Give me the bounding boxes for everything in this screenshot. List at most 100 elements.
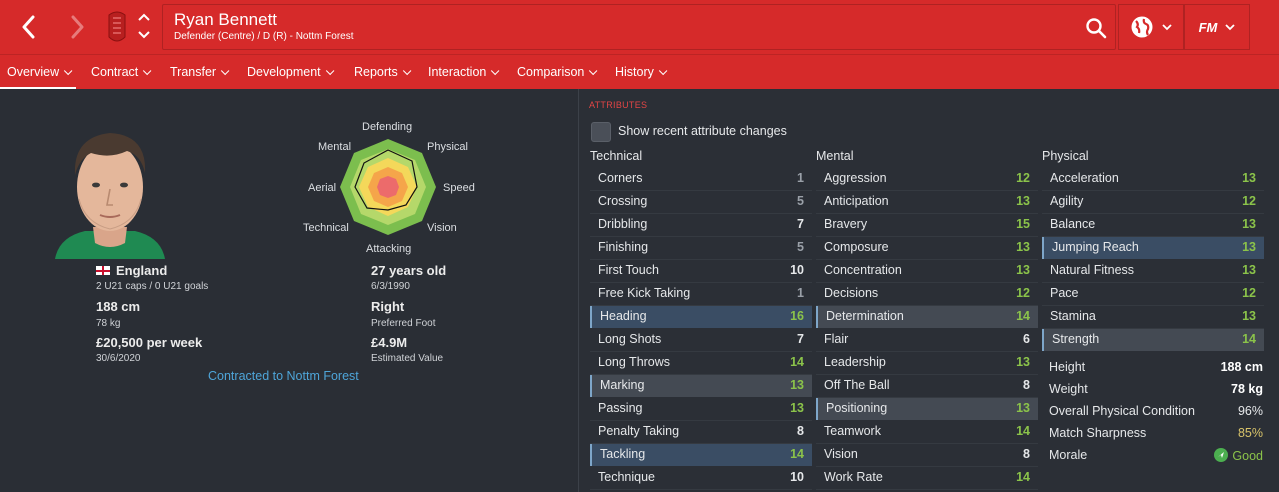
attribute-row-pace[interactable]: Pace 12 xyxy=(1042,283,1264,305)
attribute-row-long-shots[interactable]: Long Shots 7 xyxy=(590,329,812,351)
attribute-row-strength[interactable]: Strength 14 xyxy=(1042,329,1264,351)
attribute-row-tackling[interactable]: Tackling 14 xyxy=(590,444,812,466)
club-crest-icon[interactable] xyxy=(104,9,130,45)
chevron-down-icon xyxy=(143,66,152,76)
attribute-row-balance[interactable]: Balance 13 xyxy=(1042,214,1264,236)
attribute-row-jumping-reach[interactable]: Jumping Reach 13 xyxy=(1042,237,1264,259)
attribute-row-flair[interactable]: Flair 6 xyxy=(816,329,1038,351)
attribute-value: 12 xyxy=(1016,286,1030,300)
attribute-row-aggression[interactable]: Aggression 12 xyxy=(816,168,1038,190)
attribute-value: 12 xyxy=(1242,194,1256,208)
attribute-row-stamina[interactable]: Stamina 13 xyxy=(1042,306,1264,328)
attribute-row-corners[interactable]: Corners 1 xyxy=(590,168,812,190)
attribute-name: Dribbling xyxy=(598,217,648,231)
fm-menu-button[interactable]: FM xyxy=(1184,4,1250,50)
attribute-name: Marking xyxy=(600,378,645,392)
attribute-row-bravery[interactable]: Bravery 15 xyxy=(816,214,1038,236)
attribute-row-composure[interactable]: Composure 13 xyxy=(816,237,1038,259)
attribute-row-vision[interactable]: Vision 8 xyxy=(816,444,1038,466)
chevron-down-icon xyxy=(491,66,500,76)
attribute-value: 13 xyxy=(1016,401,1030,415)
tab-history[interactable]: History xyxy=(615,55,668,90)
attribute-value: 13 xyxy=(790,378,804,392)
contract-status-link[interactable]: Contracted to Nottm Forest xyxy=(208,369,359,383)
show-changes-checkbox[interactable] xyxy=(591,122,611,142)
international-caps: 2 U21 caps / 0 U21 goals xyxy=(96,281,209,292)
radar-label-physical: Physical xyxy=(427,141,468,153)
attribute-row-agility[interactable]: Agility 12 xyxy=(1042,191,1264,213)
attribute-value: 13 xyxy=(1016,263,1030,277)
attribute-value: 13 xyxy=(1242,240,1256,254)
forward-button[interactable] xyxy=(60,9,94,45)
player-name: Ryan Bennett xyxy=(174,10,278,29)
attribute-row-marking[interactable]: Marking 13 xyxy=(590,375,812,397)
tab-comparison[interactable]: Comparison xyxy=(517,55,598,90)
physical-info-label: Height xyxy=(1049,360,1086,374)
search-button[interactable] xyxy=(1085,17,1107,39)
back-button[interactable] xyxy=(12,9,46,45)
player-cycle-arrows[interactable] xyxy=(136,10,152,42)
attribute-value: 14 xyxy=(790,355,804,369)
attribute-row-passing[interactable]: Passing 13 xyxy=(590,398,812,420)
tab-overview[interactable]: Overview xyxy=(0,55,77,90)
attribute-row-work-rate[interactable]: Work Rate 14 xyxy=(816,467,1038,489)
attribute-row-finishing[interactable]: Finishing 5 xyxy=(590,237,812,259)
attribute-row-penalty-taking[interactable]: Penalty Taking 8 xyxy=(590,421,812,443)
physical-info-value: 78 kg xyxy=(1231,382,1263,396)
attribute-name: Long Shots xyxy=(598,332,662,346)
attribute-value: 13 xyxy=(1242,171,1256,185)
mental-header: Mental xyxy=(816,149,854,163)
tab-interaction[interactable]: Interaction xyxy=(428,55,500,90)
physical-info-weight: Weight 78 kg xyxy=(1049,379,1263,401)
physical-info-value: 85% xyxy=(1237,426,1263,440)
attribute-row-leadership[interactable]: Leadership 13 xyxy=(816,352,1038,374)
attribute-value: 1 xyxy=(797,286,804,300)
attribute-name: Flair xyxy=(824,332,849,346)
search-icon xyxy=(1086,18,1107,39)
attribute-row-heading[interactable]: Heading 16 xyxy=(590,306,812,328)
attribute-value: 13 xyxy=(1242,263,1256,277)
attribute-row-off-the-ball[interactable]: Off The Ball 8 xyxy=(816,375,1038,397)
estimated-value-label: Estimated Value xyxy=(371,353,444,364)
attribute-value: 8 xyxy=(1023,447,1030,461)
weight-value: 78 kg xyxy=(96,318,121,329)
top-bar: Ryan Bennett Defender (Centre) / D (R) -… xyxy=(0,0,1279,54)
tab-development[interactable]: Development xyxy=(247,55,335,90)
attribute-row-first-touch[interactable]: First Touch 10 xyxy=(590,260,812,282)
attribute-row-long-throws[interactable]: Long Throws 14 xyxy=(590,352,812,374)
attribute-row-acceleration[interactable]: Acceleration 13 xyxy=(1042,168,1264,190)
attribute-row-decisions[interactable]: Decisions 12 xyxy=(816,283,1038,305)
attribute-name: Determination xyxy=(826,309,904,323)
attribute-name: Corners xyxy=(598,171,643,185)
attribute-row-anticipation[interactable]: Anticipation 13 xyxy=(816,191,1038,213)
nationality: England xyxy=(96,263,167,278)
attribute-name: Acceleration xyxy=(1050,171,1119,185)
attribute-row-technique[interactable]: Technique 10 xyxy=(590,467,812,489)
attribute-radar-chart xyxy=(340,139,436,235)
tab-label: Overview xyxy=(7,65,60,79)
tab-contract[interactable]: Contract xyxy=(91,55,152,90)
attribute-name: Bravery xyxy=(824,217,868,231)
sub-navigation: Overview Contract Transfer Development R… xyxy=(0,54,1279,90)
attribute-name: Teamwork xyxy=(824,424,881,438)
physical-info-label: Morale xyxy=(1049,448,1088,462)
attribute-name: Anticipation xyxy=(824,194,889,208)
attribute-value: 14 xyxy=(1242,332,1256,346)
attribute-name: Tackling xyxy=(600,447,646,461)
attribute-row-positioning[interactable]: Positioning 13 xyxy=(816,398,1038,420)
attribute-value: 8 xyxy=(1023,378,1030,392)
attribute-row-crossing[interactable]: Crossing 5 xyxy=(590,191,812,213)
tab-reports[interactable]: Reports xyxy=(354,55,412,90)
attribute-row-determination[interactable]: Determination 14 xyxy=(816,306,1038,328)
attribute-row-teamwork[interactable]: Teamwork 14 xyxy=(816,421,1038,443)
tab-transfer[interactable]: Transfer xyxy=(170,55,230,90)
attribute-row-free-kick-taking[interactable]: Free Kick Taking 1 xyxy=(590,283,812,305)
attribute-value: 15 xyxy=(1016,217,1030,231)
world-menu-button[interactable] xyxy=(1118,4,1184,50)
attribute-value: 13 xyxy=(1016,194,1030,208)
tab-label: History xyxy=(615,65,654,79)
attribute-value: 12 xyxy=(1016,171,1030,185)
attribute-row-natural-fitness[interactable]: Natural Fitness 13 xyxy=(1042,260,1264,282)
attribute-row-concentration[interactable]: Concentration 13 xyxy=(816,260,1038,282)
attribute-row-dribbling[interactable]: Dribbling 7 xyxy=(590,214,812,236)
